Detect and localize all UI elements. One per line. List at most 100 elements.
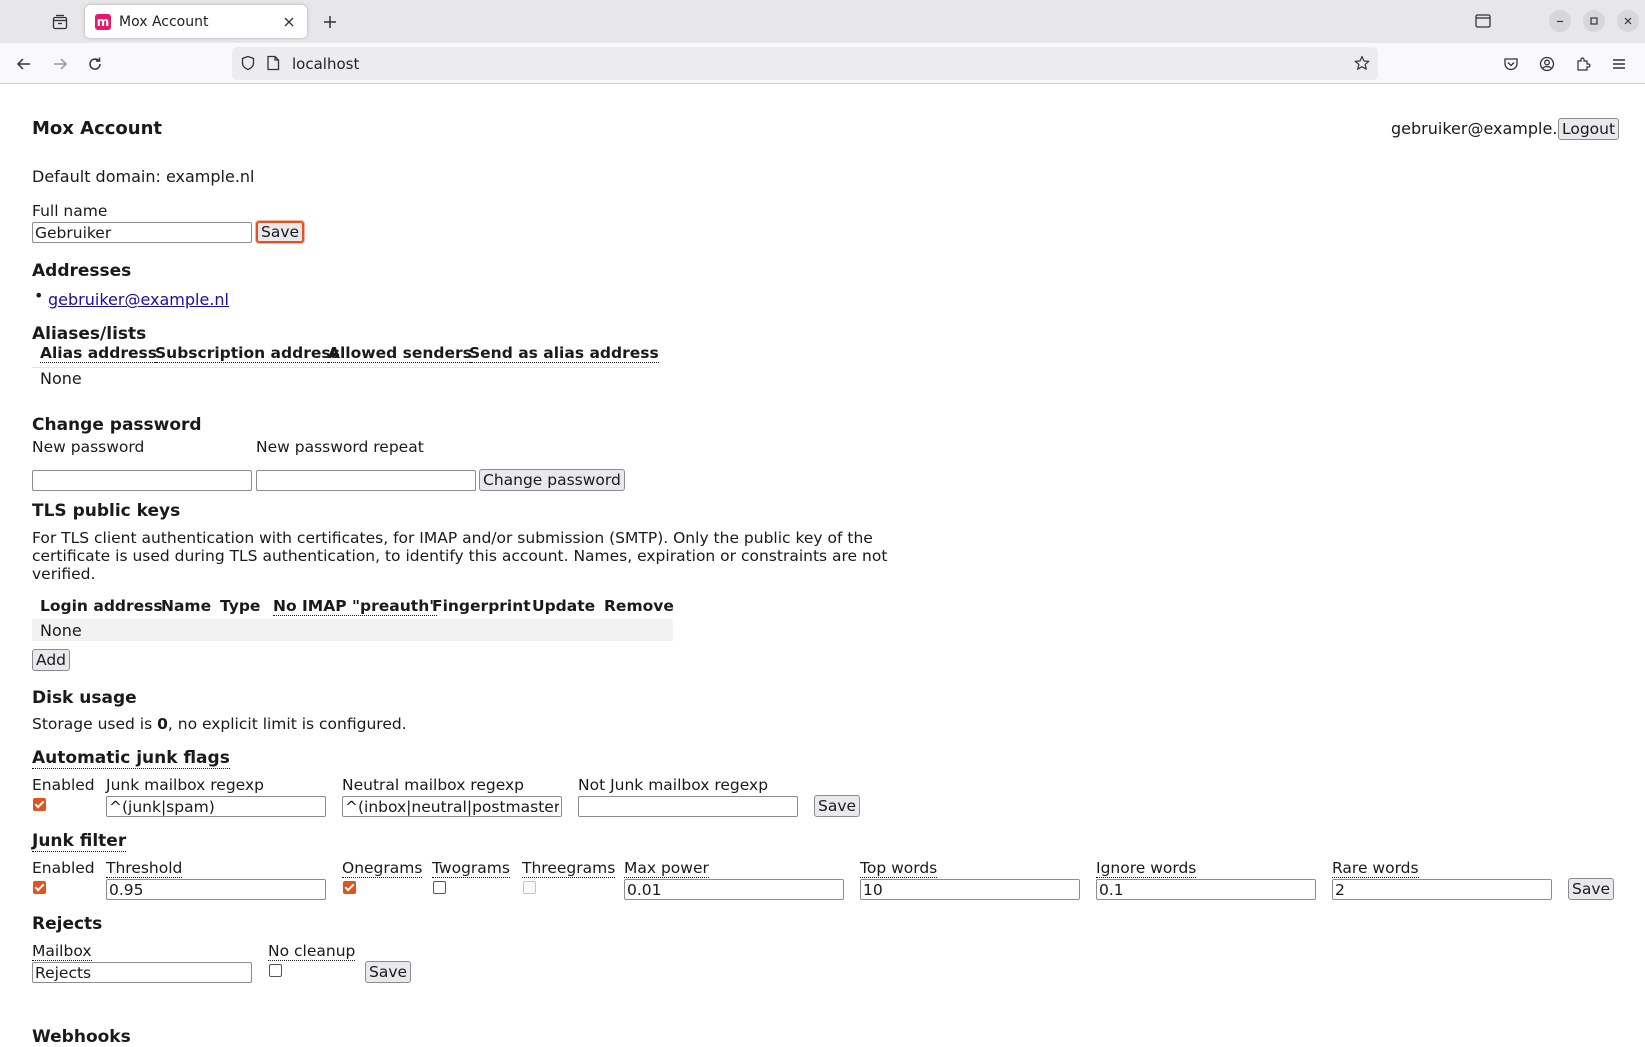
forward-arrow-icon[interactable] bbox=[46, 50, 74, 78]
close-window-icon[interactable] bbox=[1617, 10, 1639, 32]
ignorewords-input[interactable] bbox=[1096, 879, 1316, 900]
threshold-label: Threshold bbox=[106, 859, 183, 878]
new-password-repeat-label: New password repeat bbox=[256, 438, 424, 456]
rejects-mailbox-input[interactable] bbox=[32, 962, 252, 983]
neutral-regexp-label: Neutral mailbox regexp bbox=[342, 776, 524, 794]
menu-icon[interactable] bbox=[1605, 50, 1633, 78]
new-password-label: New password bbox=[32, 438, 145, 456]
url-text: localhost bbox=[292, 55, 360, 73]
tls-description-line3: verified. bbox=[32, 565, 96, 583]
new-tab-icon[interactable] bbox=[316, 9, 344, 35]
tls-col-login: Login address bbox=[40, 597, 163, 615]
minimize-icon[interactable] bbox=[1549, 10, 1571, 32]
tls-add-button[interactable]: Add bbox=[32, 649, 71, 671]
disk-usage-prefix: Storage used is bbox=[32, 715, 158, 733]
tls-col-preauth: No IMAP "preauth" bbox=[273, 597, 438, 616]
tab-title: Mox Account bbox=[119, 13, 209, 30]
maximize-icon[interactable] bbox=[1583, 10, 1605, 32]
junk-flags-enabled-checkbox[interactable] bbox=[33, 798, 46, 811]
notjunk-regexp-label: Not Junk mailbox regexp bbox=[578, 776, 769, 794]
tls-col-name: Name bbox=[161, 597, 212, 615]
page-info-icon[interactable] bbox=[266, 55, 280, 75]
logout-button[interactable]: Logout bbox=[1558, 118, 1620, 140]
threegrams-label: Threegrams bbox=[522, 859, 616, 878]
rejects-save-button[interactable]: Save bbox=[365, 961, 412, 983]
change-password-heading: Change password bbox=[32, 415, 202, 435]
tls-heading: TLS public keys bbox=[32, 501, 181, 521]
threegrams-checkbox bbox=[523, 881, 536, 894]
browser-tab-bar: m Mox Account bbox=[0, 0, 1645, 43]
full-name-input[interactable] bbox=[32, 222, 252, 243]
new-password-repeat-input[interactable] bbox=[256, 470, 476, 491]
rarewords-label: Rare words bbox=[1332, 859, 1419, 878]
tls-col-type: Type bbox=[220, 597, 261, 615]
browser-nav-bar: localhost bbox=[0, 43, 1645, 84]
junk-regexp-input[interactable] bbox=[106, 796, 326, 817]
addresses-heading: Addresses bbox=[32, 261, 132, 281]
tls-empty: None bbox=[40, 621, 82, 640]
tls-col-fingerprint: Fingerprint bbox=[432, 597, 531, 615]
junk-flags-enabled-label: Enabled bbox=[32, 776, 95, 794]
junk-regexp-label: Junk mailbox regexp bbox=[106, 776, 264, 794]
logged-in-user: gebruiker@example.nl bbox=[1391, 119, 1572, 138]
aliases-table: Alias address Subscription address Allow… bbox=[32, 341, 659, 388]
no-cleanup-checkbox[interactable] bbox=[269, 964, 282, 977]
address-bullet: • bbox=[34, 286, 44, 305]
aliases-header-divider bbox=[32, 367, 651, 368]
topwords-label: Top words bbox=[860, 859, 938, 878]
aliases-col-alias: Alias address bbox=[40, 344, 157, 363]
bookmark-star-icon[interactable] bbox=[1354, 55, 1370, 75]
tls-empty-row bbox=[32, 619, 673, 641]
default-domain: Default domain: example.nl bbox=[32, 167, 255, 186]
notjunk-regexp-input[interactable] bbox=[578, 796, 798, 817]
junk-filter-heading: Junk filter bbox=[32, 831, 127, 852]
tab-mox-account[interactable]: m Mox Account bbox=[85, 5, 307, 38]
maxpower-input[interactable] bbox=[624, 879, 844, 900]
tls-description-line2: certificate is used during TLS authentic… bbox=[32, 547, 888, 565]
url-bar[interactable]: localhost bbox=[232, 47, 1378, 80]
back-arrow-icon[interactable] bbox=[10, 50, 38, 78]
account-icon[interactable] bbox=[1533, 50, 1561, 78]
disk-usage-value: 0 bbox=[157, 715, 168, 733]
disk-usage-heading: Disk usage bbox=[32, 688, 137, 708]
full-name-label: Full name bbox=[32, 202, 108, 220]
tab-list-icon[interactable] bbox=[44, 9, 76, 35]
tls-col-update: Update bbox=[532, 597, 596, 615]
extensions-icon[interactable] bbox=[1569, 50, 1597, 78]
topwords-input[interactable] bbox=[860, 879, 1080, 900]
aliases-col-subscription: Subscription address bbox=[155, 344, 340, 363]
aliases-empty: None bbox=[40, 369, 82, 388]
junk-flags-save-button[interactable]: Save bbox=[814, 795, 861, 817]
close-tab-icon[interactable] bbox=[277, 10, 301, 34]
maxpower-label: Max power bbox=[624, 859, 709, 878]
tls-description-line1: For TLS client authentication with certi… bbox=[32, 529, 873, 547]
pocket-icon[interactable] bbox=[1497, 50, 1525, 78]
page-title: Mox Account bbox=[32, 118, 163, 139]
new-password-input[interactable] bbox=[32, 470, 252, 491]
page-content: Mox Account gebruiker@example.nl Logout … bbox=[0, 85, 1645, 1047]
onegrams-label: Onegrams bbox=[342, 859, 423, 878]
rejects-mailbox-label: Mailbox bbox=[32, 942, 92, 961]
webhooks-heading: Webhooks bbox=[32, 1027, 131, 1047]
threshold-input[interactable] bbox=[106, 879, 326, 900]
change-password-button[interactable]: Change password bbox=[479, 469, 625, 491]
sidebar-toggle-icon[interactable] bbox=[1472, 10, 1494, 32]
tls-table: Login address Name Type No IMAP "preauth… bbox=[32, 597, 674, 641]
ignorewords-label: Ignore words bbox=[1096, 859, 1197, 878]
mox-favicon-icon: m bbox=[95, 13, 111, 30]
shield-icon[interactable] bbox=[240, 55, 256, 75]
address-link[interactable]: gebruiker@example.nl bbox=[48, 290, 229, 309]
junk-filter-enabled-label: Enabled bbox=[32, 859, 95, 877]
reload-icon[interactable] bbox=[81, 50, 109, 78]
full-name-save-button[interactable]: Save bbox=[256, 221, 305, 243]
junk-filter-save-button[interactable]: Save bbox=[1568, 878, 1615, 900]
twograms-checkbox[interactable] bbox=[433, 881, 446, 894]
rejects-heading: Rejects bbox=[32, 914, 103, 934]
junk-filter-enabled-checkbox[interactable] bbox=[33, 881, 46, 894]
disk-usage-text: Storage used is 0, no explicit limit is … bbox=[32, 715, 407, 733]
rarewords-input[interactable] bbox=[1332, 879, 1552, 900]
junk-flags-heading: Automatic junk flags bbox=[32, 748, 230, 769]
aliases-col-allowed: Allowed senders bbox=[328, 344, 472, 363]
neutral-regexp-input[interactable] bbox=[342, 796, 562, 817]
onegrams-checkbox[interactable] bbox=[343, 881, 356, 894]
